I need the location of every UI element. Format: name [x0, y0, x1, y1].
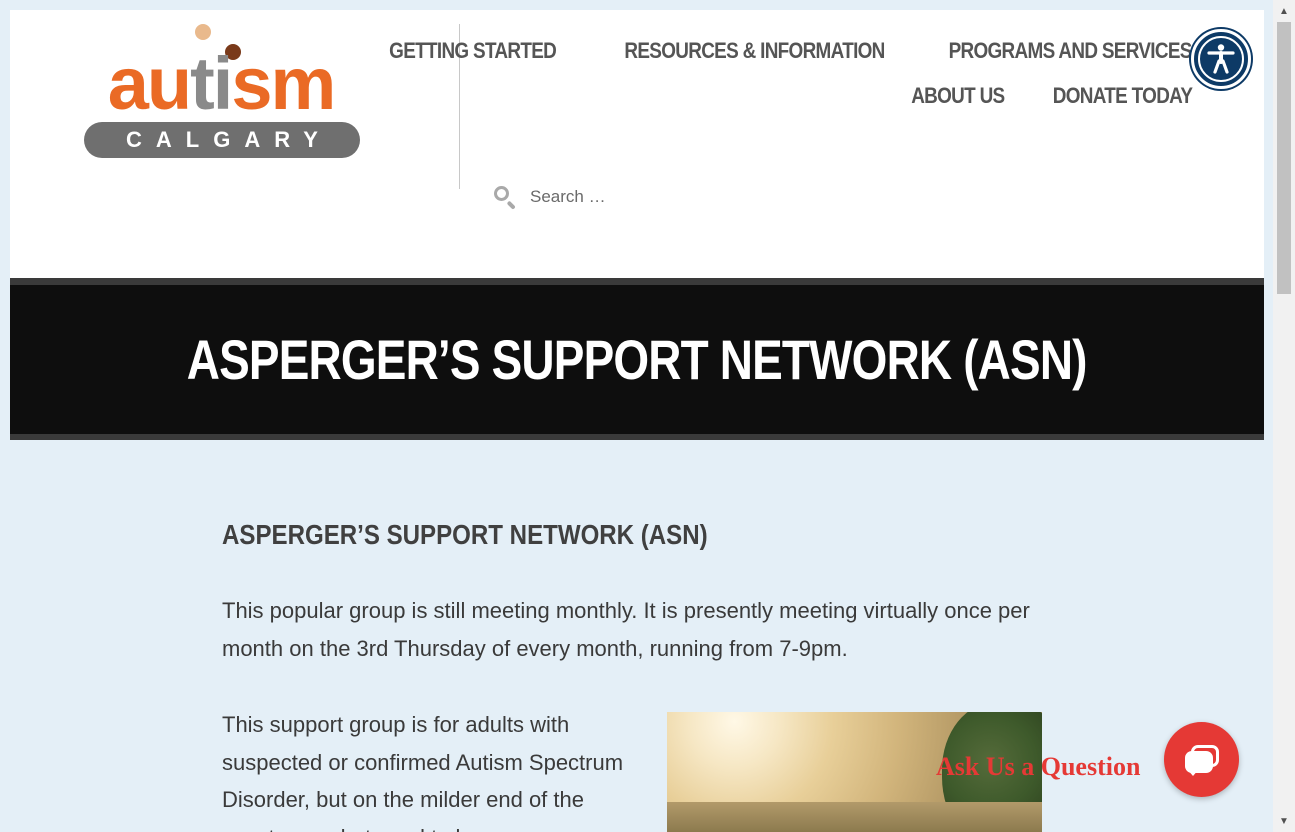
accessibility-button[interactable]: [1191, 29, 1251, 89]
nav-donate-today[interactable]: DONATE TODAY: [1052, 83, 1192, 109]
scroll-thumb[interactable]: [1277, 22, 1291, 294]
logo-dot-light: [195, 24, 211, 40]
page-scrollbar[interactable]: ▲ ▼: [1273, 0, 1295, 832]
accessibility-icon: [1198, 36, 1244, 82]
search-icon[interactable]: [492, 184, 518, 210]
search-bar: [492, 182, 792, 212]
nav-resources-information[interactable]: RESOURCES & INFORMATION: [624, 38, 885, 64]
logo-wordmark: autism: [107, 42, 337, 125]
search-input[interactable]: [530, 187, 770, 207]
scroll-down-arrow-icon[interactable]: ▼: [1273, 810, 1295, 832]
chat-button[interactable]: [1164, 722, 1239, 797]
main-content: ASPERGER’S SUPPORT NETWORK (ASN) This po…: [222, 516, 1052, 832]
scroll-up-arrow-icon[interactable]: ▲: [1273, 0, 1295, 22]
photo-ground: [667, 802, 1042, 832]
ask-question-label[interactable]: Ask Us a Question: [936, 752, 1140, 782]
chat-bubbles-icon: [1184, 744, 1219, 776]
site-logo[interactable]: autism CALGARY: [82, 22, 362, 162]
page-title: ASPERGER’S SUPPORT NETWORK (ASN): [187, 328, 1088, 391]
logo-subword: CALGARY: [84, 122, 360, 158]
site-header: autism CALGARY GETTING STARTED RESOURCES…: [10, 10, 1264, 278]
content-heading: ASPERGER’S SUPPORT NETWORK (ASN): [222, 519, 708, 550]
side-paragraph: This support group is for adults with su…: [222, 712, 624, 832]
nav-row-secondary: ABOUT US DONATE TODAY: [480, 73, 1192, 118]
page-hero: ASPERGER’S SUPPORT NETWORK (ASN): [10, 278, 1264, 440]
nav-about-us[interactable]: ABOUT US: [911, 83, 1005, 109]
intro-paragraph: This popular group is still meeting mont…: [222, 598, 1030, 661]
nav-programs-services[interactable]: PROGRAMS AND SERVICES: [949, 38, 1193, 64]
main-nav: GETTING STARTED RESOURCES & INFORMATION …: [390, 28, 1193, 128]
nav-getting-started[interactable]: GETTING STARTED: [390, 38, 558, 64]
nav-row-primary: GETTING STARTED RESOURCES & INFORMATION …: [390, 28, 1193, 73]
